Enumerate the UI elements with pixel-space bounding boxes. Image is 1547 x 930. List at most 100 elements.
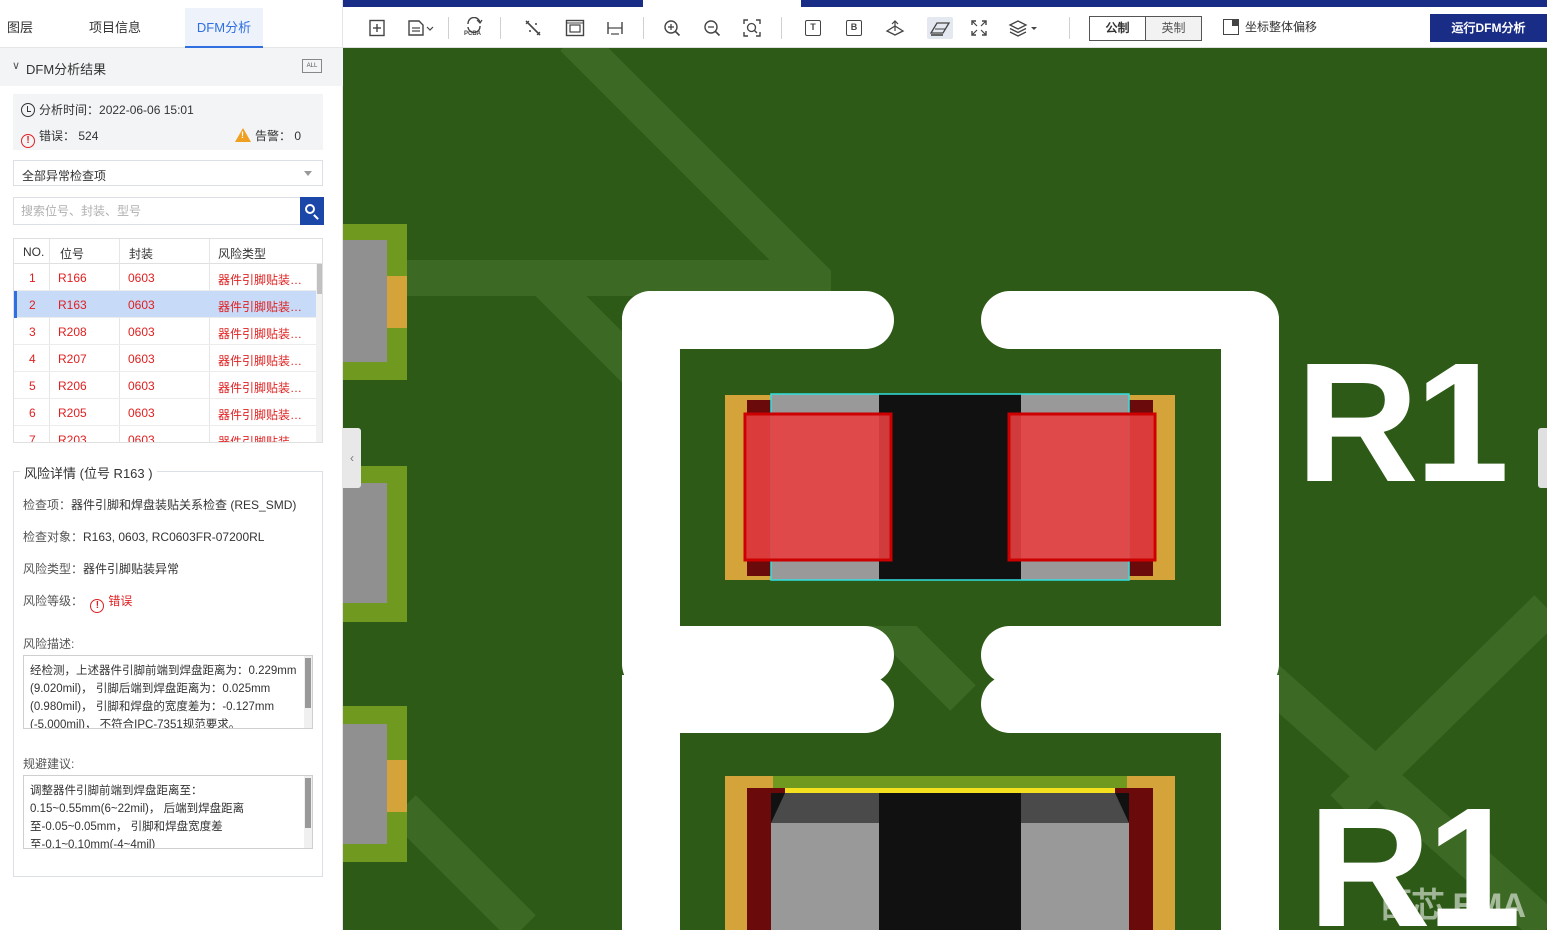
scrollbar-thumb[interactable] [317, 264, 322, 294]
description-scrollbar[interactable] [304, 656, 312, 728]
bottom-layer-button[interactable]: B [843, 17, 865, 39]
expand-right-button[interactable] [1538, 428, 1547, 488]
fullscreen-icon[interactable] [968, 17, 990, 39]
table-row[interactable]: 5 R206 0603 器件引脚贴装异常 [14, 372, 316, 399]
advice-text[interactable]: 调整器件引脚前端到焊盘距离至：0.15~0.55mm(6~22mil)， 后端到… [23, 775, 313, 849]
risk-level-row: 风险等级： ! 错误 [23, 592, 132, 613]
warning-count: 0 [294, 129, 302, 143]
risk-type-value: 器件引脚贴装异常 [83, 562, 180, 576]
expand-all-icon[interactable]: ALL [302, 59, 322, 73]
left-components [343, 224, 407, 862]
imperial-option[interactable]: 英制 [1146, 17, 1201, 40]
col-header-package: 封装 [129, 247, 154, 261]
check-item-value: 器件引脚和焊盘装贴关系检查 (RES_SMD) [71, 498, 297, 512]
panel-tabs: 图层 项目信息 DFM分析 [0, 8, 343, 48]
component-r163[interactable] [725, 393, 1175, 581]
scrollbar-thumb[interactable] [305, 778, 311, 828]
pcba-label: PCBA [464, 31, 482, 37]
warning-icon [235, 128, 251, 142]
check-object-value: R163, 0603, RC0603FR-07200RL [83, 530, 265, 544]
unit-toggle[interactable]: 公制 英制 [1089, 16, 1202, 41]
tab-project-info[interactable]: 项目信息 [76, 8, 154, 48]
toolbar-divider [1069, 17, 1070, 39]
risk-description-content: 经检测，上述器件引脚前端到焊盘距离为：0.229mm (9.020mil)， 引… [30, 665, 297, 729]
cell-package: 0603 [128, 379, 155, 393]
error-label: 错误： [39, 129, 76, 143]
cell-ref: R205 [58, 406, 87, 420]
accent-segment [801, 0, 1547, 7]
cell-package: 0603 [128, 406, 155, 420]
zoom-out-icon[interactable] [701, 17, 723, 39]
zoom-in-icon[interactable] [661, 17, 683, 39]
cell-risk-type: 器件引脚贴装异常 [218, 354, 306, 368]
risk-level-label: 风险等级： [23, 594, 84, 608]
new-file-icon[interactable] [366, 17, 388, 39]
measure-tool-icon[interactable] [522, 17, 544, 39]
cell-package: 0603 [128, 352, 155, 366]
collapse-panel-button[interactable]: ‹ [343, 428, 361, 488]
cell-ref: R166 [58, 271, 87, 285]
table-row[interactable]: 1 R166 0603 器件引脚贴装异常 [14, 264, 316, 291]
watermark-logo: 百芯 EMA [1378, 887, 1526, 925]
risk-description-text[interactable]: 经检测，上述器件引脚前端到焊盘距离为：0.229mm (9.020mil)， 引… [23, 655, 313, 729]
cell-risk-type: 器件引脚贴装异常 [218, 327, 306, 341]
table-row[interactable]: 3 R208 0603 器件引脚贴装异常 [14, 318, 316, 345]
run-dfm-button[interactable]: 运行DFM分析 [1430, 14, 1547, 42]
table-row[interactable]: 4 R207 0603 器件引脚贴装异常 [14, 345, 316, 372]
dfm-results-header[interactable]: ∨ DFM分析结果 ALL [0, 48, 343, 86]
check-item-row: 检查项：器件引脚和焊盘装贴关系检查 (RES_SMD) [23, 496, 296, 513]
cell-ref: R206 [58, 379, 87, 393]
cell-ref: R208 [58, 325, 87, 339]
scrollbar-thumb[interactable] [305, 658, 311, 708]
silkscreen-label: R1 [1296, 328, 1509, 518]
board-view-icon[interactable] [564, 17, 586, 39]
zoom-fit-icon[interactable] [741, 17, 763, 39]
col-header-ref: 位号 [60, 247, 85, 261]
analysis-time-label: 分析时间： [39, 103, 100, 117]
top-layer-icon: T [805, 20, 821, 36]
error-count: 524 [78, 129, 99, 143]
cell-package: 0603 [128, 271, 155, 285]
table-row-selected[interactable]: 2 R163 0603 器件引脚贴装异常 [14, 291, 316, 318]
cell-risk-type: 器件引脚贴装异常 [218, 273, 306, 287]
search-input[interactable] [13, 197, 301, 225]
advice-label: 规避建议: [23, 757, 75, 771]
results-table: NO. 位号 封装 风险类型 1 R166 0603 器件引脚贴装异常 2 R1… [13, 238, 323, 443]
cell-risk-type: 器件引脚贴装异常 [218, 381, 306, 395]
cell-no: 5 [29, 379, 36, 393]
file-menu-icon[interactable] [406, 17, 436, 39]
risk-type-row: 风险类型：器件引脚贴装异常 [23, 560, 179, 577]
cell-no: 3 [29, 325, 36, 339]
table-scrollbar[interactable] [316, 264, 322, 442]
coordinate-offset-button[interactable]: 坐标整体偏移 [1223, 18, 1317, 35]
error-count-row: ! 错误： 524 [21, 127, 98, 148]
caret-down-icon [304, 171, 312, 176]
flat-view-icon[interactable] [927, 17, 953, 39]
bottom-layer-icon: B [846, 20, 862, 36]
tab-dfm-analysis[interactable]: DFM分析 [185, 8, 263, 48]
cell-no: 7 [29, 433, 36, 443]
table-row[interactable]: 7 R203 0603 器件引脚贴装异常 [14, 426, 316, 443]
advice-scrollbar[interactable] [304, 776, 312, 848]
main-toolbar: PCBA T B 公制 英制 坐标整体偏移 运行DFM分析 [343, 0, 1547, 48]
offset-label: 坐标整体偏移 [1245, 20, 1318, 34]
offset-icon [1223, 19, 1239, 35]
pcb-canvas[interactable]: R1 R1 [343, 48, 1547, 930]
check-object-row: 检查对象：R163, 0603, RC0603FR-07200RL [23, 528, 264, 545]
table-row[interactable]: 6 R205 0603 器件引脚贴装异常 [14, 399, 316, 426]
risk-description-label: 风险描述: [23, 637, 75, 651]
search-button[interactable] [300, 197, 324, 225]
layers-menu-icon[interactable] [1007, 17, 1041, 39]
top-layer-button[interactable]: T [802, 17, 824, 39]
dimension-icon[interactable] [604, 17, 626, 39]
metric-option[interactable]: 公制 [1090, 17, 1146, 40]
3d-view-icon[interactable] [884, 17, 906, 39]
tab-layers[interactable]: 图层 [0, 8, 40, 48]
chevron-down-icon[interactable]: ∨ [12, 59, 20, 72]
toolbar-divider [643, 17, 644, 39]
check-type-value: 全部异常检查项 [22, 169, 107, 183]
cell-package: 0603 [128, 433, 155, 443]
check-type-select[interactable]: 全部异常检查项 [13, 160, 323, 186]
clock-icon [21, 103, 35, 117]
left-panel: 图层 项目信息 DFM分析 ∨ DFM分析结果 ALL 分析时间：2022-06… [0, 0, 343, 930]
